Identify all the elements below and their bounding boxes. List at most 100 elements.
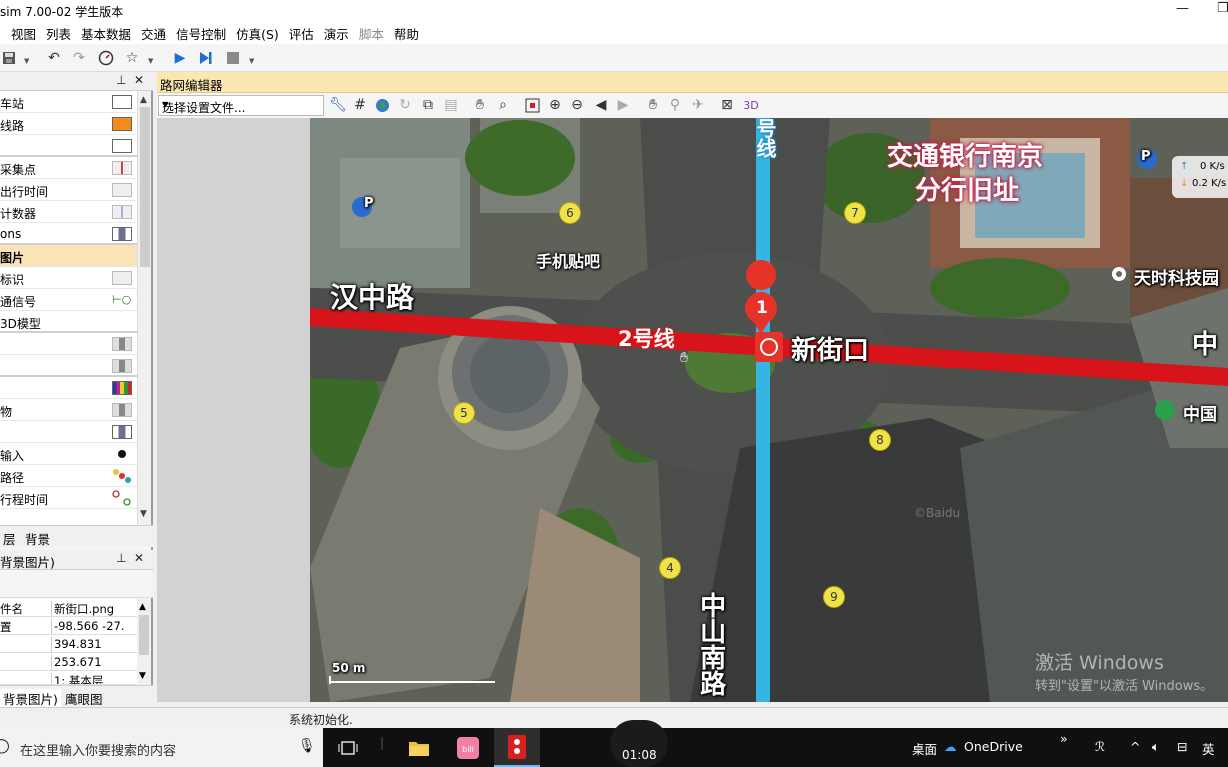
stop-icon[interactable] <box>224 49 242 67</box>
taskbar-search[interactable]: ◯ 在这里输入你要搜索的内容 🎙︎ <box>0 728 323 767</box>
volume-icon[interactable]: 🔈︎ <box>1152 739 1160 755</box>
menu-lists[interactable]: 列表 <box>41 24 76 43</box>
list-item[interactable]: 标识 <box>0 267 137 289</box>
scroll-thumb[interactable] <box>139 615 149 655</box>
restore-button[interactable]: ❐ <box>1217 1 1228 16</box>
list-item[interactable]: ons <box>0 223 137 245</box>
list-item[interactable] <box>0 333 137 355</box>
style-swatch[interactable] <box>112 205 132 219</box>
list-item[interactable]: 物 <box>0 399 137 421</box>
search-input[interactable]: 在这里输入你要搜索的内容 <box>20 740 176 759</box>
list-scrollbar[interactable]: ▲ ▼ <box>137 91 151 525</box>
paste-icon[interactable]: ▤ <box>442 96 460 114</box>
globe-icon[interactable] <box>373 96 391 114</box>
table-row[interactable]: 置 -98.566 -27. <box>0 617 137 635</box>
save-icon[interactable] <box>0 49 18 67</box>
pan-hand-icon[interactable]: ✋︎ <box>471 96 489 114</box>
style-swatch[interactable] <box>112 425 132 439</box>
list-item[interactable]: 出行时间 <box>0 179 137 201</box>
menu-simulation[interactable]: 仿真(S) <box>231 24 284 43</box>
table-row[interactable]: 394.831 <box>0 635 137 653</box>
menu-presentation[interactable]: 演示 <box>319 24 354 43</box>
pin-icon[interactable]: ⊥ <box>116 73 126 87</box>
star-icon[interactable]: ☆ <box>123 49 141 67</box>
table-row[interactable]: 253.671 <box>0 653 137 671</box>
list-item[interactable] <box>0 135 137 157</box>
copy-icon[interactable]: ⧉ <box>419 96 437 114</box>
zoom-out-icon[interactable]: ⊖ <box>568 96 586 114</box>
scroll-up-icon[interactable]: ▲ <box>139 602 146 612</box>
back-arrow-icon[interactable]: ◀ <box>592 96 610 114</box>
style-swatch[interactable] <box>112 381 132 395</box>
pedestrian-icon[interactable]: ⚲ <box>666 96 684 114</box>
menu-help[interactable]: 帮助 <box>389 24 424 43</box>
table-row[interactable]: 件名 新街口.png <box>0 599 137 617</box>
microphone-icon[interactable]: 🎙︎ <box>298 738 316 754</box>
gauge-icon[interactable] <box>97 49 115 67</box>
list-item[interactable]: 线路 <box>0 113 137 135</box>
step-icon[interactable] <box>197 49 215 67</box>
zoom-in-icon[interactable]: ⊕ <box>546 96 564 114</box>
vissim-app-icon[interactable] <box>494 728 540 767</box>
list-item[interactable]: 输入 <box>0 443 137 465</box>
list-item[interactable] <box>0 377 137 399</box>
sim-dropdown-icon[interactable]: ▼ <box>249 57 254 65</box>
style-swatch[interactable] <box>112 337 132 351</box>
save-dropdown-icon[interactable]: ▼ <box>24 57 29 65</box>
scroll-thumb[interactable] <box>140 107 150 267</box>
list-item[interactable]: 车站 <box>0 91 137 113</box>
close-icon[interactable]: ✕ <box>134 551 144 565</box>
list-item[interactable]: 路径 <box>0 465 137 487</box>
double-chevron-icon[interactable]: » <box>1060 731 1068 746</box>
menu-view[interactable]: 视图 <box>6 24 41 43</box>
style-swatch[interactable] <box>112 161 132 175</box>
style-swatch[interactable] <box>112 183 132 197</box>
list-item[interactable]: 计数器 <box>0 201 137 223</box>
network-icon[interactable]: # <box>351 96 369 114</box>
list-item[interactable] <box>0 355 137 377</box>
settings-file-select[interactable]: 选择设置文件... ▼ <box>158 95 324 116</box>
table-row[interactable]: 1: 基本层 <box>0 671 137 685</box>
star-dropdown-icon[interactable]: ▼ <box>148 57 153 65</box>
menu-scripts[interactable]: 脚本 <box>354 24 389 43</box>
file-explorer-icon[interactable] <box>396 728 442 767</box>
rotate-icon[interactable]: ↻ <box>396 96 414 114</box>
close-icon[interactable]: ✕ <box>134 73 144 87</box>
desktop-toolbar-label[interactable]: 桌面 <box>912 739 937 758</box>
pin-icon[interactable]: ⊥ <box>116 551 126 565</box>
bilibili-app-icon[interactable]: bili <box>445 728 491 767</box>
minimize-button[interactable]: — <box>1176 1 1189 16</box>
task-view-button[interactable] <box>325 728 371 767</box>
zoom-select-icon[interactable]: ⌕ <box>494 96 512 114</box>
zoom-extent-icon[interactable] <box>523 96 541 114</box>
tab-backgrounds[interactable]: 背景 <box>22 529 53 548</box>
style-swatch[interactable] <box>112 95 132 109</box>
select-disable-icon[interactable]: ⊠ <box>718 96 736 114</box>
input-language[interactable]: 英 <box>1202 739 1215 758</box>
menu-signal-control[interactable]: 信号控制 <box>171 24 231 43</box>
list-item[interactable]: 3D模型 <box>0 311 137 333</box>
onedrive-label[interactable]: OneDrive <box>964 739 1023 754</box>
people-icon[interactable]: ℛ <box>1095 739 1105 754</box>
plane-icon[interactable]: ✈︎ <box>689 96 707 114</box>
wrench-icon[interactable]: 🔧︎ <box>329 96 347 114</box>
tab-birds-eye[interactable]: 鹰眼图 <box>62 689 106 708</box>
style-swatch[interactable] <box>112 359 132 373</box>
background-map[interactable]: P P 交通银行南京 分行旧址 汉中路 2号线 新街口 手机贴吧 天时科技园 中… <box>310 118 1228 702</box>
scroll-up-icon[interactable]: ▲ <box>140 95 147 105</box>
list-item[interactable]: 通信号 ⊢○ <box>0 289 137 311</box>
tray-expand-icon[interactable]: ^ <box>1130 739 1140 754</box>
tab-levels[interactable]: 层 <box>0 529 19 548</box>
menu-base-data[interactable]: 基本数据 <box>76 24 136 43</box>
scroll-down-icon[interactable]: ▼ <box>139 671 146 681</box>
redo-icon[interactable]: ↷ <box>70 49 88 67</box>
list-item-background-images[interactable]: 图片 <box>0 245 137 267</box>
list-item[interactable]: 行程时间 <box>0 487 137 509</box>
properties-scrollbar[interactable]: ▲ ▼ <box>137 599 151 685</box>
play-icon[interactable]: ▶ <box>171 49 189 67</box>
undo-icon[interactable]: ↶ <box>45 49 63 67</box>
forward-arrow-icon[interactable]: ▶ <box>614 96 632 114</box>
scroll-down-icon[interactable]: ▼ <box>140 509 147 519</box>
style-swatch[interactable] <box>112 271 132 285</box>
3d-view-icon[interactable]: 3D <box>742 96 760 114</box>
